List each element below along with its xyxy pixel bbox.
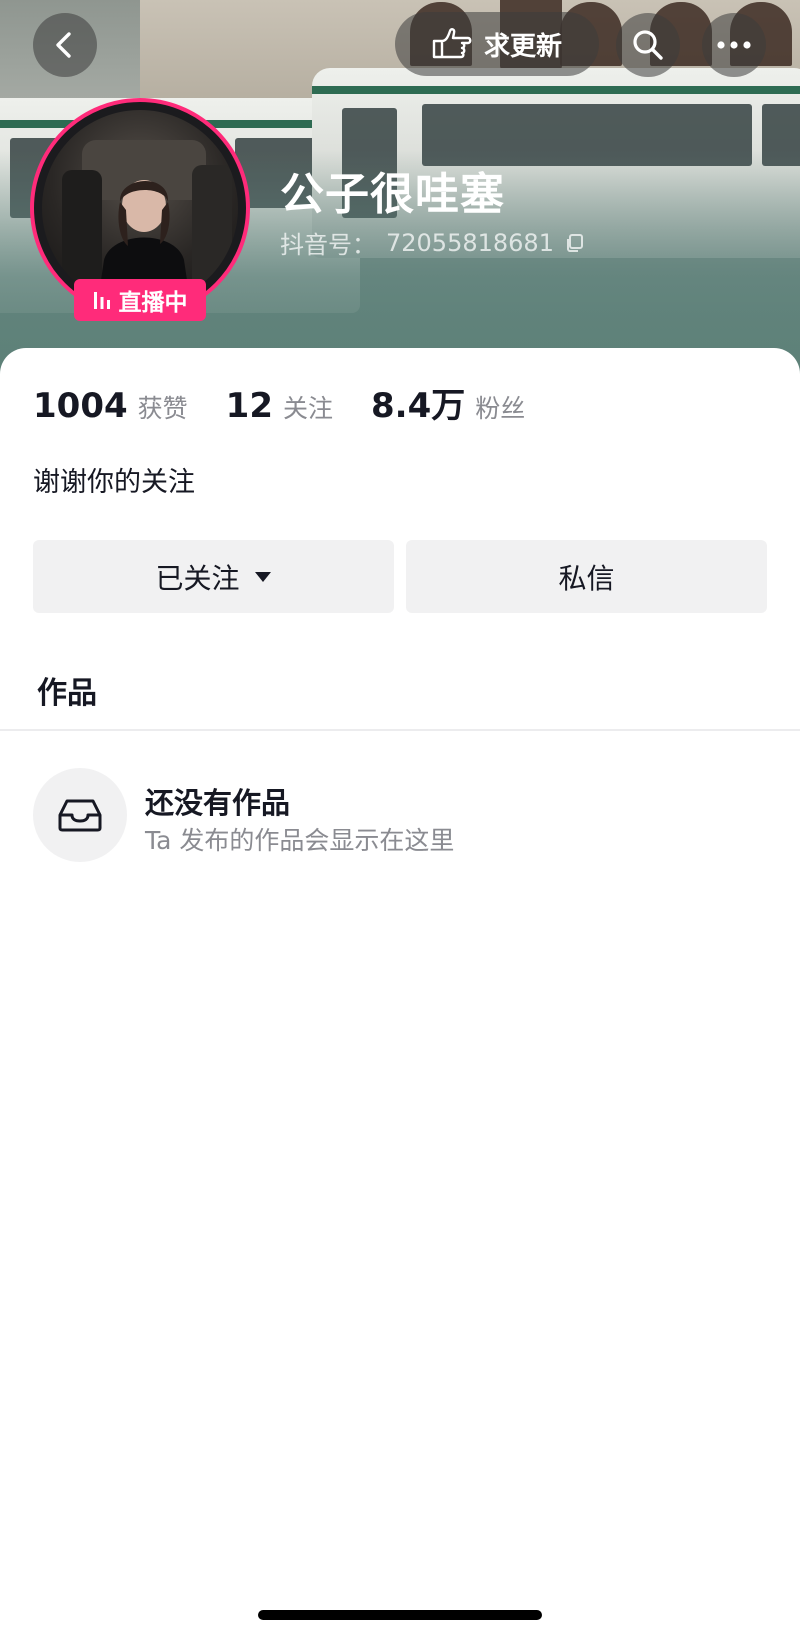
more-button[interactable] bbox=[702, 13, 766, 77]
douyin-id-value: 72055818681 bbox=[386, 228, 554, 257]
stat-following-label: 关注 bbox=[282, 394, 333, 423]
avatar-portrait bbox=[62, 140, 232, 306]
back-arrow-icon bbox=[56, 32, 71, 58]
empty-works-icon-wrap bbox=[33, 768, 127, 862]
message-label: 私信 bbox=[558, 561, 615, 595]
douyin-id-label: 抖音号： bbox=[280, 231, 376, 259]
stat-followers-value: 8.4万 bbox=[371, 386, 466, 426]
request-update-label: 求更新 bbox=[483, 31, 562, 62]
copy-icon[interactable] bbox=[564, 233, 584, 253]
inbox-tray-icon bbox=[58, 799, 102, 832]
search-icon bbox=[633, 30, 663, 60]
stat-following-value: 12 bbox=[225, 386, 273, 426]
followed-label: 已关注 bbox=[155, 561, 240, 595]
username: 公子很哇塞 bbox=[280, 169, 505, 220]
empty-works-description: Ta 发布的作品会显示在这里 bbox=[145, 826, 455, 855]
stat-likes[interactable]: 1004 获赞 bbox=[33, 386, 188, 426]
stat-followers[interactable]: 8.4万 粉丝 bbox=[371, 378, 525, 427]
message-button[interactable]: 私信 bbox=[406, 540, 767, 613]
profile-card: 1004 获赞 12 关注 8.4万 粉丝 谢谢你的关注 已关注 私信 作品 还… bbox=[0, 348, 800, 1635]
stat-following[interactable]: 12 关注 bbox=[226, 386, 333, 426]
douyin-id[interactable]: 抖音号： 72055818681 bbox=[280, 225, 584, 260]
live-badge[interactable]: 直播中 bbox=[74, 279, 206, 321]
search-button[interactable] bbox=[616, 13, 680, 77]
bio-text: 谢谢你的关注 bbox=[33, 467, 195, 498]
followed-button[interactable]: 已关注 bbox=[33, 540, 394, 613]
home-indicator[interactable] bbox=[258, 1610, 542, 1620]
empty-works-title: 还没有作品 bbox=[145, 786, 291, 820]
stats-row: 1004 获赞 12 关注 8.4万 粉丝 bbox=[33, 378, 563, 427]
back-button[interactable] bbox=[33, 13, 97, 77]
live-bars-icon bbox=[93, 292, 110, 309]
tab-divider bbox=[0, 729, 800, 731]
avatar-photo bbox=[42, 110, 238, 306]
pointing-hand-icon bbox=[432, 28, 472, 59]
tab-works[interactable]: 作品 bbox=[37, 668, 97, 712]
stat-followers-label: 粉丝 bbox=[475, 394, 526, 423]
dropdown-triangle-icon bbox=[254, 571, 271, 582]
live-label: 直播中 bbox=[118, 290, 188, 316]
stat-likes-label: 获赞 bbox=[137, 394, 188, 423]
request-update-button[interactable]: 求更新 bbox=[395, 12, 599, 76]
more-icon bbox=[717, 41, 751, 49]
stat-likes-value: 1004 bbox=[33, 386, 128, 426]
